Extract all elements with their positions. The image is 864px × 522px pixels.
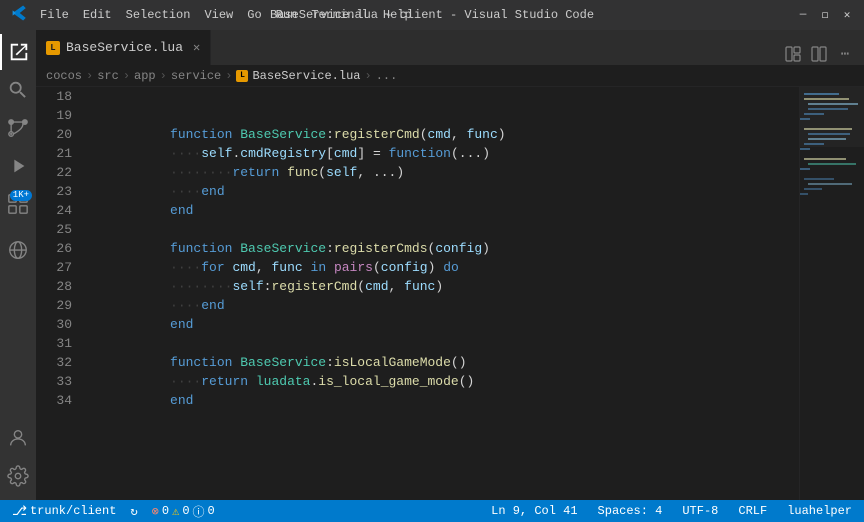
- status-sync[interactable]: ↻: [126, 504, 141, 519]
- line-num-22: 22: [36, 163, 72, 182]
- activity-bar: 1K+: [0, 30, 36, 500]
- code-line-31: function BaseService:isLocalGameMode(): [92, 334, 799, 353]
- line-num-25: 25: [36, 220, 72, 239]
- code-line-19: function BaseService:registerCmd(cmd, fu…: [92, 106, 799, 125]
- lua-file-icon: L: [46, 41, 60, 55]
- status-encoding[interactable]: UTF-8: [678, 504, 722, 518]
- line-num-21: 21: [36, 144, 72, 163]
- extensions-badge: 1K+: [10, 190, 32, 201]
- status-bar: ⎇ trunk/client ↻ ⊗ 0 ⚠ 0 ⓘ 0 Ln 9, Col 4…: [0, 500, 864, 522]
- activity-extensions[interactable]: 1K+: [0, 186, 36, 222]
- line-num-33: 33: [36, 372, 72, 391]
- window-title: BaseService.lua - client - Visual Studio…: [270, 8, 594, 22]
- close-button[interactable]: ✕: [840, 8, 854, 22]
- main-area: 1K+ L BaseService.lua ✕: [0, 30, 864, 500]
- code-line-24: [92, 201, 799, 220]
- breadcrumb: cocos › src › app › service › L BaseServ…: [36, 65, 864, 87]
- breadcrumb-service[interactable]: service: [171, 69, 221, 83]
- line-num-26: 26: [36, 239, 72, 258]
- line-num-23: 23: [36, 182, 72, 201]
- app-icon: [10, 4, 28, 26]
- breadcrumb-file-icon-group: L BaseService.lua: [236, 69, 360, 83]
- sync-icon: ↻: [130, 504, 137, 519]
- more-actions-button[interactable]: ⋯: [834, 43, 856, 65]
- line-num-18: 18: [36, 87, 72, 106]
- breadcrumb-src[interactable]: src: [97, 69, 119, 83]
- line-num-19: 19: [36, 106, 72, 125]
- activity-bar-bottom: [0, 420, 36, 500]
- code-line-25: function BaseService:registerCmds(config…: [92, 220, 799, 239]
- status-right: Ln 9, Col 41 Spaces: 4 UTF-8 CRLF luahel…: [487, 504, 856, 518]
- error-count: 0: [162, 504, 169, 518]
- minimap: [799, 87, 864, 500]
- breadcrumb-file-icon: L: [236, 70, 248, 82]
- status-language[interactable]: luahelper: [783, 504, 856, 518]
- title-bar: File Edit Selection View Go Run Terminal…: [0, 0, 864, 30]
- status-errors[interactable]: ⊗ 0 ⚠ 0 ⓘ 0: [148, 503, 219, 520]
- code-line-30: [92, 315, 799, 334]
- breadcrumb-filename[interactable]: BaseService.lua: [252, 69, 360, 83]
- line-num-20: 20: [36, 125, 72, 144]
- editor-area: L BaseService.lua ✕ ⋯ cocos › src › app …: [36, 30, 864, 500]
- menu-selection[interactable]: Selection: [126, 8, 191, 22]
- line-num-29: 29: [36, 296, 72, 315]
- tab-basservice-lua[interactable]: L BaseService.lua ✕: [36, 30, 211, 65]
- language-mode: luahelper: [787, 504, 852, 518]
- tab-label: BaseService.lua: [66, 40, 183, 55]
- breadcrumb-more[interactable]: ...: [376, 69, 398, 83]
- status-left: ⎇ trunk/client ↻ ⊗ 0 ⚠ 0 ⓘ 0: [8, 503, 219, 520]
- info-icon: ⓘ: [193, 503, 205, 520]
- tab-close-button[interactable]: ✕: [193, 40, 200, 55]
- activity-explorer[interactable]: [0, 34, 36, 70]
- file-encoding: UTF-8: [682, 504, 718, 518]
- line-numbers: 18 19 20 21 22 23 24 25 26 27 28 29 30 3…: [36, 87, 82, 500]
- activity-remote[interactable]: [0, 232, 36, 268]
- warning-icon: ⚠: [172, 504, 179, 519]
- activity-accounts[interactable]: [0, 420, 36, 456]
- menu-file[interactable]: File: [40, 8, 69, 22]
- code-line-34: [92, 391, 799, 410]
- line-num-32: 32: [36, 353, 72, 372]
- info-count: 0: [208, 504, 215, 518]
- menu-view[interactable]: View: [204, 8, 233, 22]
- layout-button[interactable]: [782, 43, 804, 65]
- breadcrumb-cocos[interactable]: cocos: [46, 69, 82, 83]
- window-controls[interactable]: — ◻ ✕: [796, 8, 854, 22]
- activity-source-control[interactable]: [0, 110, 36, 146]
- status-line-ending[interactable]: CRLF: [734, 504, 771, 518]
- warning-count: 0: [182, 504, 189, 518]
- line-num-24: 24: [36, 201, 72, 220]
- indent-type: Spaces: 4: [598, 504, 663, 518]
- activity-run-debug[interactable]: [0, 148, 36, 184]
- code-editor[interactable]: 18 19 20 21 22 23 24 25 26 27 28 29 30 3…: [36, 87, 864, 500]
- line-num-31: 31: [36, 334, 72, 353]
- status-position[interactable]: Ln 9, Col 41: [487, 504, 581, 518]
- tab-bar: L BaseService.lua ✕ ⋯: [36, 30, 864, 65]
- minimap-svg: [800, 87, 864, 500]
- cursor-position: Ln 9, Col 41: [491, 504, 577, 518]
- menu-go[interactable]: Go: [247, 8, 261, 22]
- line-num-30: 30: [36, 315, 72, 334]
- menu-edit[interactable]: Edit: [83, 8, 112, 22]
- maximize-button[interactable]: ◻: [818, 8, 832, 22]
- git-branch-icon: ⎇: [12, 504, 27, 519]
- activity-settings[interactable]: [0, 458, 36, 494]
- line-num-28: 28: [36, 277, 72, 296]
- code-line-18: [92, 87, 799, 106]
- line-num-27: 27: [36, 258, 72, 277]
- breadcrumb-app[interactable]: app: [134, 69, 156, 83]
- line-num-34: 34: [36, 391, 72, 410]
- status-git-branch[interactable]: ⎇ trunk/client: [8, 504, 120, 519]
- code-content[interactable]: function BaseService:registerCmd(cmd, fu…: [82, 87, 799, 500]
- minimize-button[interactable]: —: [796, 8, 810, 22]
- tab-actions: ⋯: [782, 43, 864, 65]
- error-icon: ⊗: [152, 504, 159, 519]
- activity-search[interactable]: [0, 72, 36, 108]
- split-button[interactable]: [808, 43, 830, 65]
- line-ending: CRLF: [738, 504, 767, 518]
- status-git-branch-label: trunk/client: [30, 504, 116, 518]
- status-spaces[interactable]: Spaces: 4: [594, 504, 667, 518]
